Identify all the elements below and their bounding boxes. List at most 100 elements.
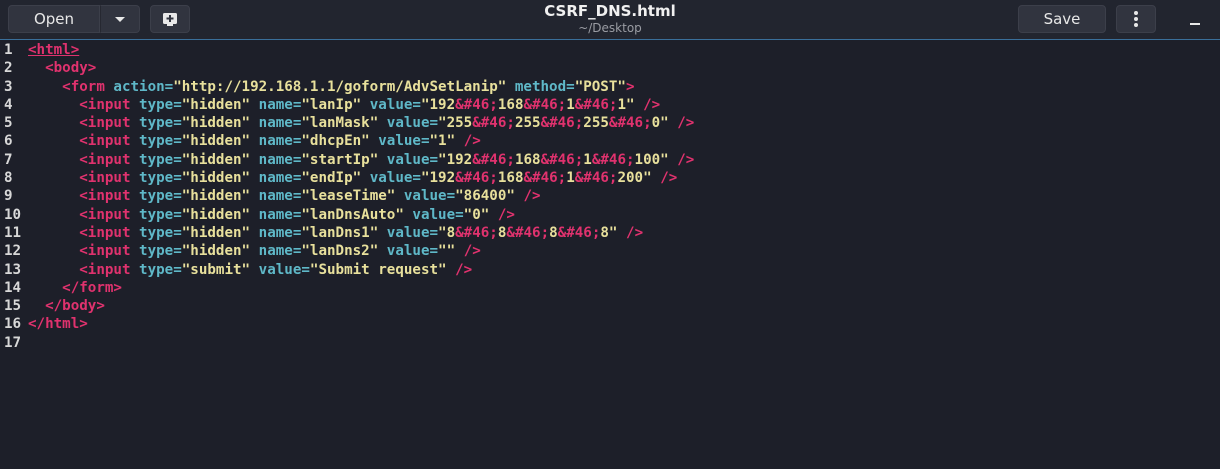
code-line[interactable]: 4 <input type="hidden" name="lanIp" valu…	[0, 96, 1220, 114]
code-line[interactable]: 17	[0, 334, 1220, 352]
save-button-label: Save	[1043, 10, 1081, 28]
code-token: <input	[79, 261, 140, 278]
code-line[interactable]: 16 </html>	[0, 315, 1220, 333]
code-text: <form action="http://192.168.1.1/goform/…	[28, 78, 634, 96]
code-editor[interactable]: 1 <html> 2 <body> 3 <form action="http://19…	[0, 41, 1220, 469]
code-token: type=	[139, 206, 182, 223]
code-token: &#46;	[540, 115, 584, 132]
new-tab-button[interactable]	[150, 5, 190, 33]
line-number: 15	[4, 298, 22, 315]
line-number: 17	[4, 334, 22, 351]
code-line[interactable]: 6 <input type="hidden" name="dhcpEn" val…	[0, 132, 1220, 150]
code-token: <form	[62, 78, 114, 95]
code-line[interactable]: 14 </form>	[0, 279, 1220, 297]
code-token: <input	[79, 243, 140, 260]
code-token: <input	[79, 206, 140, 223]
code-token: <input	[79, 224, 140, 241]
code-token: 1	[566, 170, 575, 187]
code-line[interactable]: 3 <form action="http://192.168.1.1/gofor…	[0, 78, 1220, 96]
code-token: type=	[139, 96, 182, 113]
code-line[interactable]: 1 <html>	[0, 41, 1220, 59]
code-line[interactable]: 12 <input type="hidden" name="lanDns2" v…	[0, 242, 1220, 260]
code-token: <input	[79, 115, 140, 132]
code-text: <input type="hidden" name="startIp" valu…	[28, 151, 694, 169]
code-token: action=	[113, 78, 174, 95]
code-line[interactable]: 11 <input type="hidden" name="lanDns1" v…	[0, 224, 1220, 242]
code-token: &#46;	[591, 151, 635, 168]
line-number: 6	[4, 133, 13, 150]
code-token: name=	[258, 151, 302, 168]
code-line[interactable]: 7 <input type="hidden" name="startIp" va…	[0, 151, 1220, 169]
code-line[interactable]: 8 <input type="hidden" name="endIp" valu…	[0, 169, 1220, 187]
code-token: "lanMask"	[301, 115, 379, 132]
code-token: 168	[497, 96, 524, 113]
code-token: "leaseTime"	[301, 188, 396, 205]
code-line[interactable]: 13 <input type="submit" value="Submit re…	[0, 261, 1220, 279]
code-token: "hidden"	[181, 115, 251, 132]
code-token: <input	[79, 170, 140, 187]
code-token: "startIp"	[301, 151, 379, 168]
code-text: <input type="hidden" name="lanIp" value=…	[28, 96, 660, 114]
code-token: value=	[386, 151, 439, 168]
code-token: "1"	[429, 133, 456, 150]
menu-button[interactable]	[1116, 5, 1156, 33]
new-document-icon	[163, 13, 177, 26]
code-token: "lanDns1"	[301, 224, 379, 241]
minimize-button[interactable]	[1180, 6, 1210, 34]
code-token: 1	[583, 151, 592, 168]
open-button[interactable]: Open	[8, 5, 100, 33]
code-line[interactable]: 15 </body>	[0, 297, 1220, 315]
code-token: "86400"	[455, 188, 515, 205]
code-line[interactable]: 9 <input type="hidden" name="leaseTime" …	[0, 187, 1220, 205]
code-token: />	[643, 96, 661, 113]
code-token: type=	[139, 261, 182, 278]
code-line[interactable]: 10 <input type="hidden" name="lanDnsAuto…	[0, 206, 1220, 224]
kebab-menu-icon	[1134, 11, 1138, 27]
code-token: name=	[258, 206, 302, 223]
line-number: 12	[4, 243, 22, 260]
code-token: </form>	[62, 279, 122, 296]
code-token: "dhcpEn"	[301, 133, 370, 150]
line-number: 11	[4, 224, 22, 241]
code-token: <input	[79, 188, 140, 205]
code-token: name=	[258, 224, 302, 241]
code-token: type=	[139, 224, 182, 241]
code-token: &#46;	[540, 151, 584, 168]
code-token: value=	[369, 96, 421, 113]
code-token: name=	[258, 96, 302, 113]
save-button[interactable]: Save	[1018, 5, 1106, 33]
code-token: 1"	[617, 96, 635, 113]
code-token: <input	[79, 133, 140, 150]
line-number: 3	[4, 78, 13, 95]
code-token: "submit"	[181, 261, 251, 278]
line-number: 5	[4, 115, 13, 132]
line-number: 1	[4, 42, 13, 58]
code-line[interactable]: 2 <body>	[0, 59, 1220, 77]
code-text: <input type="hidden" name="lanDns1" valu…	[28, 224, 643, 242]
open-menu-button[interactable]	[100, 5, 140, 33]
code-token: />	[660, 170, 678, 187]
code-token: value=	[386, 224, 439, 241]
code-token: "endIp"	[301, 170, 362, 187]
code-token: />	[626, 224, 644, 241]
code-token: value=	[386, 243, 439, 260]
code-token: 255	[514, 115, 541, 132]
code-token: "lanIp"	[301, 96, 362, 113]
code-line[interactable]: 5 <input type="hidden" name="lanMask" va…	[0, 114, 1220, 132]
code-token: "255	[438, 115, 473, 132]
code-token: value=	[258, 261, 310, 278]
code-token: 100"	[634, 151, 669, 168]
